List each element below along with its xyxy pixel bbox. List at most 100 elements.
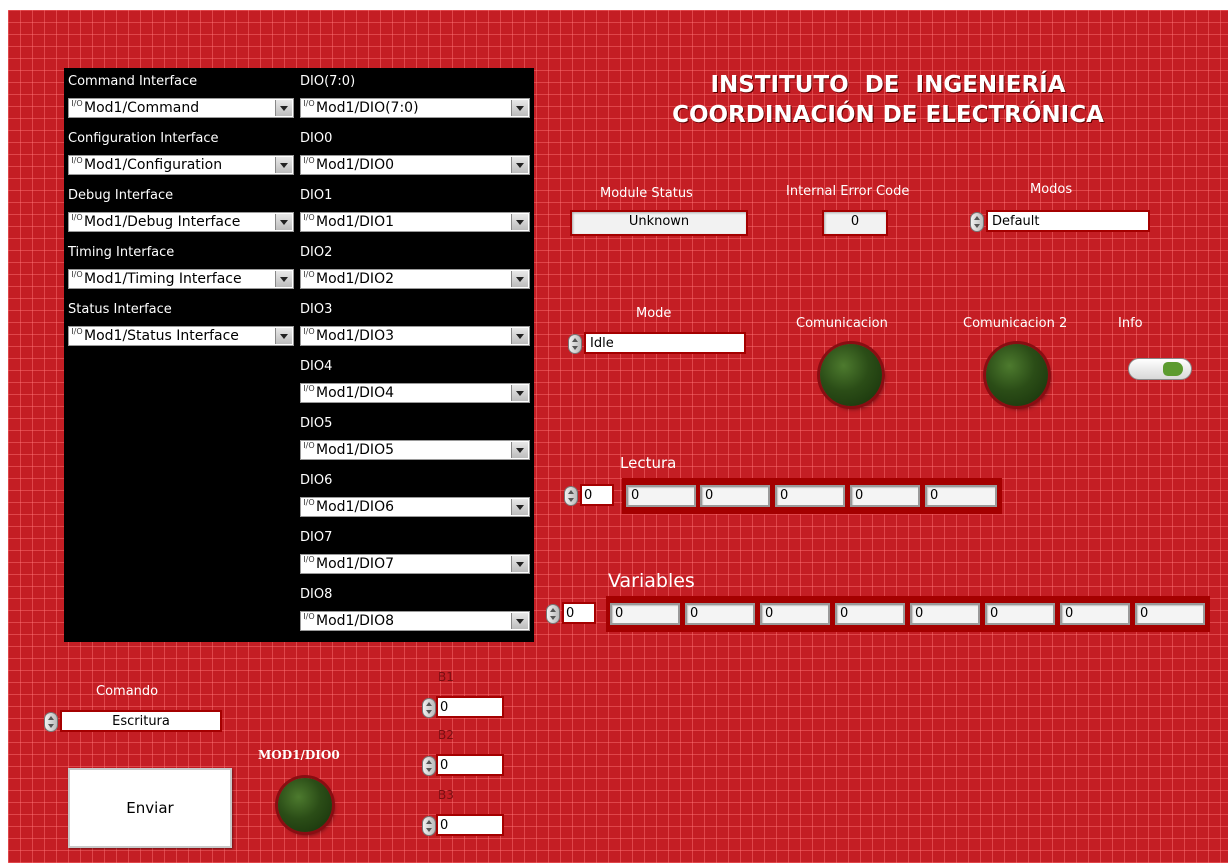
dio6-value: Mod1/DIO6 [316, 499, 394, 515]
dio4-select[interactable]: I/O Mod1/DIO4 [300, 383, 530, 403]
variables-element[interactable]: 0 [1060, 603, 1130, 625]
b3-stepper-icon[interactable] [422, 816, 436, 836]
dio2-label: DIO2 [300, 245, 333, 260]
io-name-icon: I/O [71, 213, 83, 222]
chevron-down-icon[interactable] [275, 100, 292, 116]
comando-stepper-icon[interactable] [44, 712, 58, 732]
b2-input[interactable]: 0 [436, 754, 504, 776]
page-title: INSTITUTO DE INGENIERÍA COORDINACIÓN DE … [608, 70, 1168, 130]
mod1-dio0-led [278, 778, 332, 832]
dio3-select[interactable]: I/O Mod1/DIO3 [300, 326, 530, 346]
variables-element[interactable]: 0 [835, 603, 905, 625]
lectura-element[interactable]: 0 [775, 485, 845, 507]
io-name-icon: I/O [71, 156, 83, 165]
enviar-button[interactable]: Enviar [68, 768, 232, 848]
variables-element[interactable]: 0 [760, 603, 830, 625]
chevron-down-icon[interactable] [511, 214, 528, 230]
variables-element[interactable]: 0 [1135, 603, 1205, 625]
command-interface-value: Mod1/Command [84, 100, 200, 116]
lectura-element[interactable]: 0 [700, 485, 770, 507]
variables-element[interactable]: 0 [685, 603, 755, 625]
chevron-down-icon[interactable] [275, 214, 292, 230]
comunicacion-label: Comunicacion [796, 316, 888, 331]
b1-stepper-icon[interactable] [422, 698, 436, 718]
modos-stepper-icon[interactable] [970, 212, 984, 232]
configuration-interface-value: Mod1/Configuration [84, 157, 223, 173]
command-interface-label: Command Interface [68, 74, 198, 89]
chevron-down-icon[interactable] [511, 613, 528, 629]
module-status-indicator: Unknown [570, 210, 748, 236]
chevron-down-icon[interactable] [511, 499, 528, 515]
variables-element[interactable]: 0 [985, 603, 1055, 625]
chevron-down-icon[interactable] [275, 328, 292, 344]
modos-ring[interactable]: Default [986, 210, 1150, 232]
dio6-select[interactable]: I/O Mod1/DIO6 [300, 497, 530, 517]
io-configuration-cluster: Command Interface I/O Mod1/Command Confi… [64, 68, 534, 642]
chevron-down-icon[interactable] [511, 385, 528, 401]
io-name-icon: I/O [303, 156, 315, 165]
dio3-label: DIO3 [300, 302, 333, 317]
dio5-select[interactable]: I/O Mod1/DIO5 [300, 440, 530, 460]
dio6-label: DIO6 [300, 473, 333, 488]
internal-error-code-indicator: 0 [822, 210, 888, 236]
comando-ring[interactable]: Escritura [60, 710, 222, 732]
configuration-interface-select[interactable]: I/O Mod1/Configuration [68, 155, 294, 175]
chevron-down-icon[interactable] [511, 157, 528, 173]
info-toggle-button[interactable] [1128, 358, 1192, 380]
mode-ring[interactable]: Idle [584, 332, 746, 354]
dio8-select[interactable]: I/O Mod1/DIO8 [300, 611, 530, 631]
module-status-label: Module Status [600, 186, 693, 201]
dio5-value: Mod1/DIO5 [316, 442, 394, 458]
chevron-down-icon[interactable] [275, 157, 292, 173]
chevron-down-icon[interactable] [511, 328, 528, 344]
lectura-element[interactable]: 0 [925, 485, 997, 507]
variables-element[interactable]: 0 [910, 603, 980, 625]
dio-7-0-label: DIO(7:0) [300, 74, 356, 89]
dio7-select[interactable]: I/O Mod1/DIO7 [300, 554, 530, 574]
chevron-down-icon[interactable] [511, 100, 528, 116]
chevron-down-icon[interactable] [511, 556, 528, 572]
debug-interface-select[interactable]: I/O Mod1/Debug Interface [68, 212, 294, 232]
mod1-dio0-label: MOD1/DIO0 [258, 748, 340, 762]
dio0-label: DIO0 [300, 131, 333, 146]
chevron-down-icon[interactable] [275, 271, 292, 287]
mode-stepper-icon[interactable] [568, 334, 582, 354]
chevron-down-icon[interactable] [511, 442, 528, 458]
b1-input[interactable]: 0 [436, 696, 504, 718]
dio1-label: DIO1 [300, 188, 333, 203]
status-interface-select[interactable]: I/O Mod1/Status Interface [68, 326, 294, 346]
info-label: Info [1118, 316, 1143, 331]
io-name-icon: I/O [303, 441, 315, 450]
io-name-icon: I/O [303, 498, 315, 507]
variables-element[interactable]: 0 [610, 603, 680, 625]
b2-stepper-icon[interactable] [422, 756, 436, 776]
dio0-value: Mod1/DIO0 [316, 157, 394, 173]
lectura-index-input[interactable]: 0 [580, 484, 614, 506]
lectura-element[interactable]: 0 [850, 485, 920, 507]
variables-index-stepper-icon[interactable] [546, 604, 560, 624]
comunicacion2-label: Comunicacion 2 [963, 316, 1068, 331]
dio7-label: DIO7 [300, 530, 333, 545]
lectura-index-stepper-icon[interactable] [564, 486, 578, 506]
chevron-down-icon[interactable] [511, 271, 528, 287]
b3-input[interactable]: 0 [436, 814, 504, 836]
io-name-icon: I/O [303, 99, 315, 108]
b1-label: B1 [438, 670, 454, 684]
timing-interface-value: Mod1/Timing Interface [84, 271, 242, 287]
lectura-element[interactable]: 0 [626, 485, 696, 507]
debug-interface-value: Mod1/Debug Interface [84, 214, 241, 230]
dio5-label: DIO5 [300, 416, 333, 431]
timing-interface-select[interactable]: I/O Mod1/Timing Interface [68, 269, 294, 289]
dio8-value: Mod1/DIO8 [316, 613, 394, 629]
dio-7-0-select[interactable]: I/O Mod1/DIO(7:0) [300, 98, 530, 118]
dio0-select[interactable]: I/O Mod1/DIO0 [300, 155, 530, 175]
io-name-icon: I/O [303, 270, 315, 279]
variables-index-input[interactable]: 0 [562, 602, 596, 624]
command-interface-select[interactable]: I/O Mod1/Command [68, 98, 294, 118]
dio2-select[interactable]: I/O Mod1/DIO2 [300, 269, 530, 289]
io-name-icon: I/O [303, 213, 315, 222]
dio1-select[interactable]: I/O Mod1/DIO1 [300, 212, 530, 232]
modos-label: Modos [1030, 182, 1073, 197]
mode-label: Mode [636, 306, 672, 321]
io-name-icon: I/O [303, 327, 315, 336]
